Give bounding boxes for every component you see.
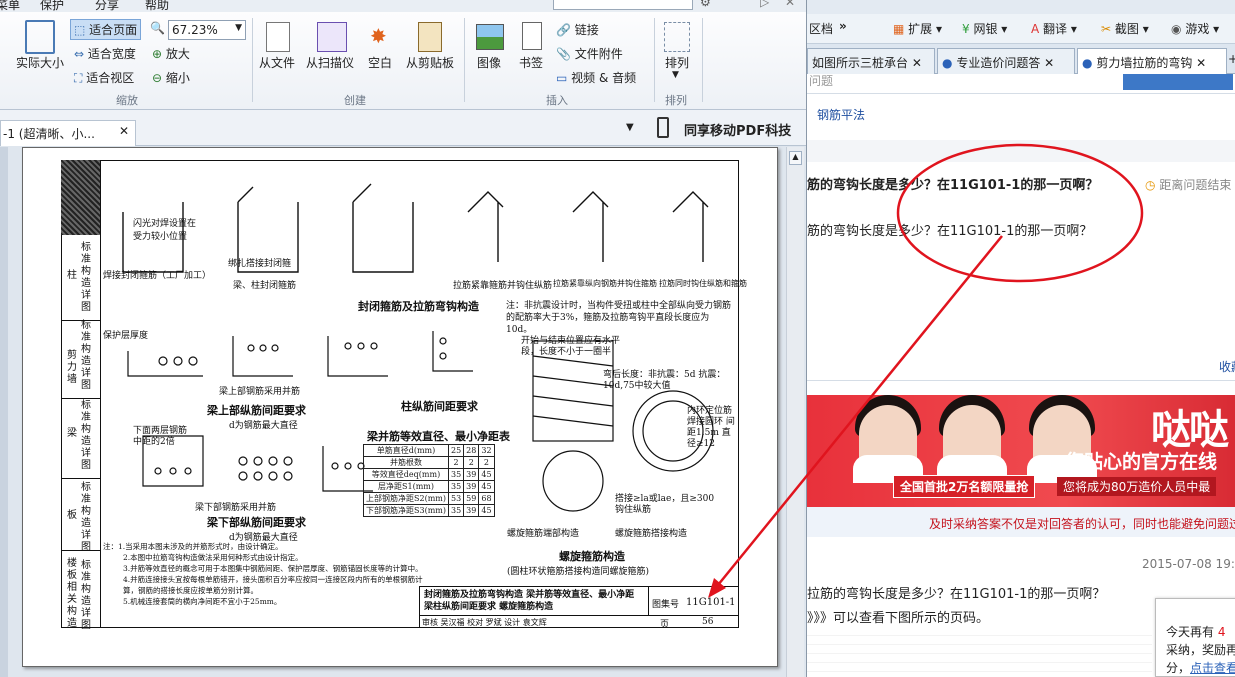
annotation-arrow-head	[708, 578, 726, 598]
annotation-circle	[896, 143, 1144, 283]
annotation-arrow-line	[717, 235, 1003, 586]
annotation-overlay	[708, 143, 1144, 598]
